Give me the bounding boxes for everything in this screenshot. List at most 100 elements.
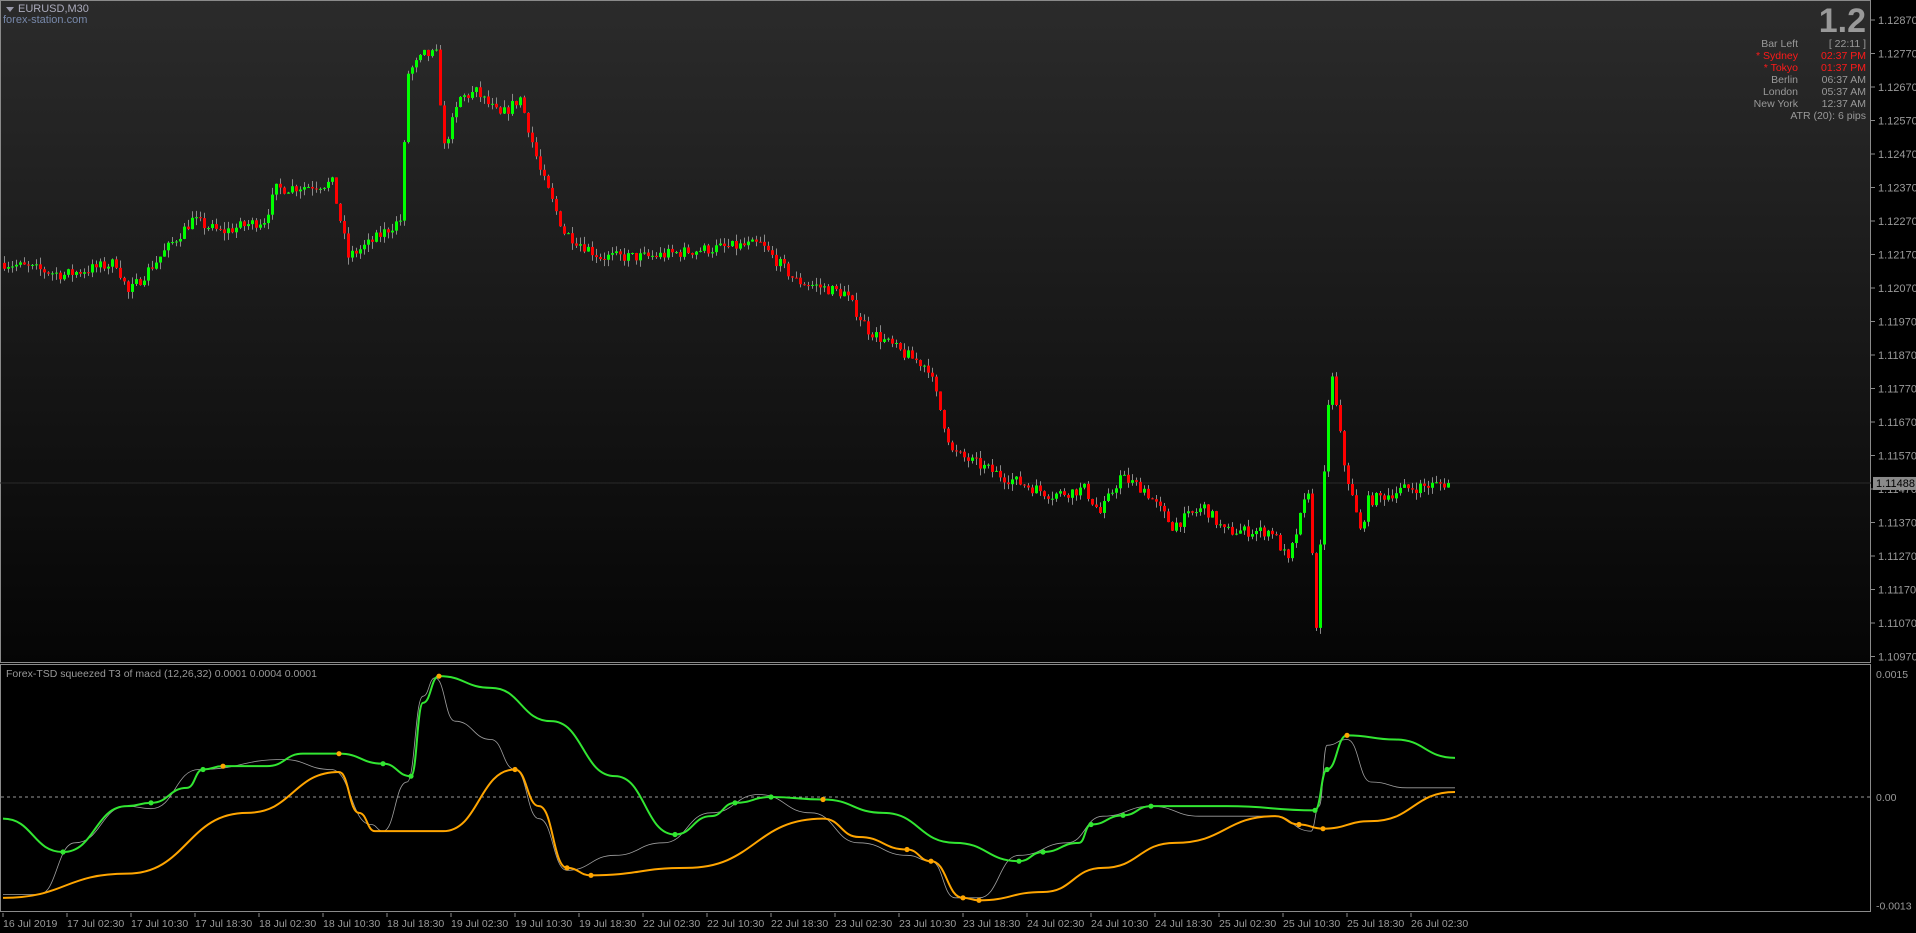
- candle-body: [335, 177, 338, 204]
- candle-body: [567, 233, 570, 235]
- candle-body: [1195, 512, 1198, 514]
- candle-body: [1203, 504, 1206, 509]
- info-row-label: London: [1762, 86, 1798, 98]
- candle-body: [707, 245, 710, 254]
- candle-body: [891, 338, 894, 344]
- candle-body: [1319, 544, 1322, 628]
- price-tick-label: 1.12870: [1878, 15, 1916, 27]
- candle-body: [1175, 522, 1178, 531]
- candle-body: [1135, 480, 1138, 482]
- candle: [499, 106, 502, 115]
- candle-body: [203, 218, 206, 229]
- info-row: Berlin 06:37 AM: [1706, 74, 1866, 86]
- price-tick-label: 1.11070: [1878, 618, 1916, 630]
- candle-body: [395, 221, 398, 231]
- candle-body: [983, 464, 986, 469]
- candle-body: [1399, 487, 1402, 494]
- candle-body: [631, 252, 634, 254]
- candle-body: [3, 262, 6, 269]
- candle-body: [359, 249, 362, 254]
- time-axis[interactable]: 16 Jul 2019 17 Jul 02:30 17 Jul 10:30 17 Ju…: [0, 913, 1916, 933]
- candle-body: [1155, 499, 1158, 502]
- candle-body: [1259, 527, 1262, 532]
- candle-body: [355, 250, 358, 254]
- candle-body: [439, 49, 442, 106]
- indicator-marker-orange: [960, 895, 966, 901]
- candle-body: [1275, 534, 1278, 536]
- info-row-label: New York: [1753, 98, 1798, 110]
- candle-body: [803, 284, 806, 286]
- candle-body: [843, 291, 846, 297]
- candle: [559, 210, 562, 227]
- candle-body: [1075, 489, 1078, 496]
- candle-body: [339, 203, 342, 222]
- candle: [1315, 552, 1318, 632]
- candle-body: [1119, 475, 1122, 489]
- candle-body: [1055, 493, 1058, 499]
- candle-body: [1315, 553, 1318, 628]
- price-chart[interactable]: 1.12870 1.12770 1.12670 1.12570 1.12470 1.123…: [0, 0, 1916, 663]
- candle-body: [1115, 488, 1118, 493]
- candle-body: [1339, 404, 1342, 432]
- indicator-marker-green: [380, 761, 386, 767]
- info-row: * Sydney 02:37 PM: [1706, 50, 1866, 62]
- candle-body: [619, 251, 622, 255]
- candle-body: [1227, 526, 1230, 528]
- candle-body: [1107, 493, 1110, 501]
- candle-body: [1363, 521, 1366, 529]
- candle: [523, 95, 526, 114]
- indicator-marker-green: [1312, 807, 1318, 813]
- candle-body: [491, 103, 494, 105]
- candle-body: [1419, 483, 1422, 494]
- candle-body: [1335, 376, 1338, 405]
- time-tick-label: 23 Jul 02:30: [835, 918, 892, 930]
- candle-body: [67, 269, 70, 275]
- price-tick-label: 1.11670: [1878, 417, 1916, 429]
- candle: [1335, 372, 1338, 407]
- info-row-label: * Tokyo: [1763, 62, 1798, 74]
- candle-body: [1063, 491, 1066, 496]
- candle-body: [751, 239, 754, 242]
- candle-body: [955, 450, 958, 452]
- indicator-pane[interactable]: 0.0015 0.00 -0.0013: [0, 664, 1916, 913]
- candle-body: [835, 286, 838, 290]
- candle-body: [1423, 483, 1426, 486]
- candle-body: [883, 339, 886, 342]
- indicator-marker-green: [732, 800, 738, 806]
- candle-body: [207, 228, 210, 230]
- candle-body: [1307, 493, 1310, 500]
- atr-label: ATR (20): 6 pips: [1790, 110, 1866, 122]
- dropdown-triangle-icon[interactable]: [6, 6, 14, 12]
- candle-body: [919, 360, 922, 367]
- time-tick-label: 24 Jul 18:30: [1155, 918, 1212, 930]
- candle-body: [155, 262, 158, 269]
- candle-body: [1215, 511, 1218, 525]
- candle-body: [1143, 488, 1146, 493]
- candle-body: [47, 272, 50, 274]
- candle-body: [1411, 488, 1414, 490]
- price-tick-label: 1.11170: [1878, 585, 1916, 597]
- candle-body: [479, 87, 482, 98]
- indicator-marker-orange: [820, 796, 826, 803]
- candle-body: [99, 261, 102, 268]
- indicator-marker-green: [1088, 821, 1094, 828]
- candle-body: [683, 247, 686, 257]
- price-tick-label: 1.11370: [1878, 518, 1916, 530]
- candle-body: [323, 187, 326, 189]
- candle-body: [1051, 498, 1054, 500]
- candle-body: [719, 243, 722, 246]
- candle-body: [235, 227, 238, 233]
- candle-body: [1007, 482, 1010, 485]
- candle-body: [283, 187, 286, 194]
- candle-body: [291, 186, 294, 193]
- candle-body: [267, 214, 270, 224]
- candle-body: [55, 272, 58, 274]
- candle-body: [35, 264, 38, 266]
- candle-body: [555, 198, 558, 212]
- time-tick-label: 23 Jul 10:30: [899, 918, 956, 930]
- candle-body: [1291, 543, 1294, 559]
- candle-body: [851, 295, 854, 300]
- candle-body: [1251, 534, 1254, 537]
- candle-body: [311, 186, 314, 189]
- indicator-marker-orange: [588, 872, 594, 878]
